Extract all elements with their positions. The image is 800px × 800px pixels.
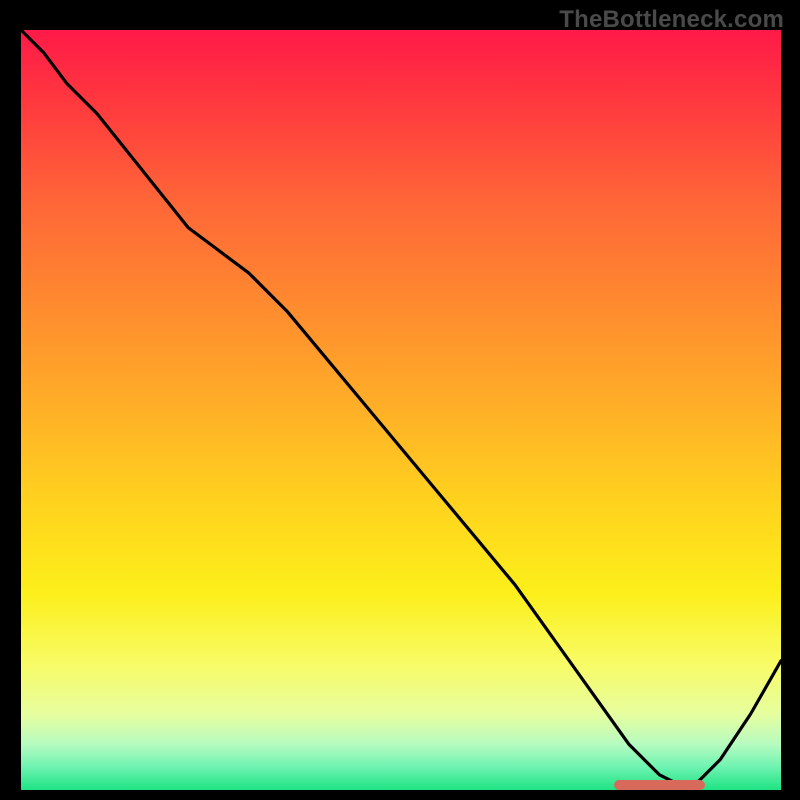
optimal-range-marker [614, 780, 705, 790]
bottleneck-curve [21, 30, 781, 790]
plot-area [21, 30, 781, 790]
curve-path [21, 30, 781, 790]
chart-wrapper: TheBottleneck.com [0, 0, 800, 800]
watermark-text: TheBottleneck.com [559, 6, 784, 34]
